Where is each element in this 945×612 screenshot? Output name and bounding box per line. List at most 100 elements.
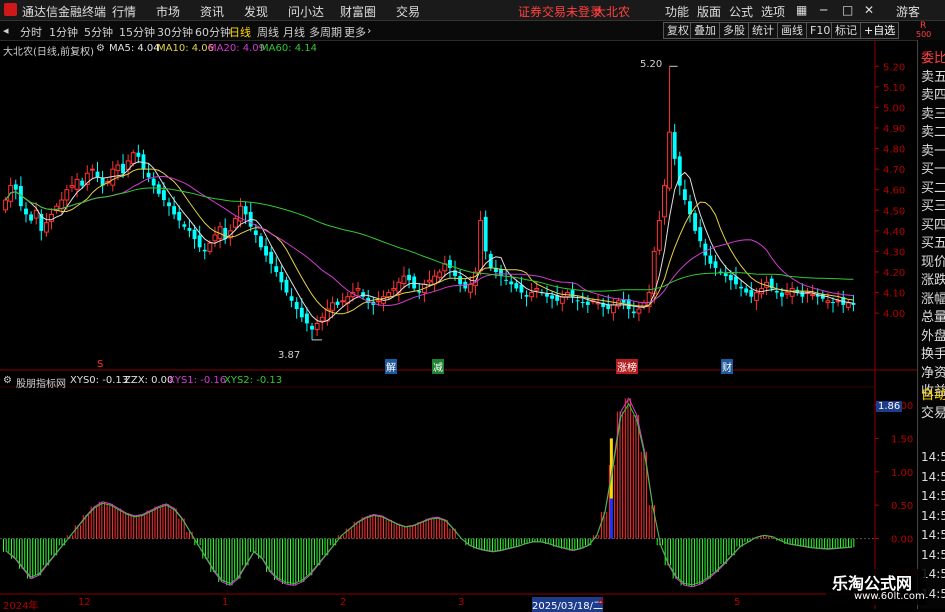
x-label-5: 5 xyxy=(734,597,741,608)
quote-panel-item: 买五 xyxy=(921,236,945,251)
price-tick-label-7: 4.50 xyxy=(883,206,905,217)
candle-body xyxy=(202,249,207,252)
quote-panel-item: 净资 xyxy=(921,365,945,381)
candle-body xyxy=(172,206,177,215)
candle-body xyxy=(417,290,422,293)
quote-panel-item: 外盘 xyxy=(921,328,945,344)
indicator-tick-label-2: 1.00 xyxy=(891,468,913,479)
candle-body xyxy=(662,185,667,218)
event-mark-reduce[interactable]: 减 xyxy=(432,359,444,374)
candle-body xyxy=(299,307,304,318)
quote-panel-item: 现价 xyxy=(921,254,945,270)
quote-panel-item: 卖一 xyxy=(921,143,945,159)
quote-panel-item: 买二 xyxy=(921,180,945,196)
ma20-label: MA20: 4.09 xyxy=(208,43,266,54)
price-tick-label-11: 4.10 xyxy=(883,289,905,300)
candle-body xyxy=(703,243,708,256)
candle-body xyxy=(49,213,54,222)
candle-body xyxy=(146,172,151,178)
tick-time: 14:56 xyxy=(921,528,945,542)
event-mark-finance[interactable]: 财 xyxy=(721,359,733,374)
candle-body xyxy=(207,242,213,252)
indicator-current-value: 1.86 xyxy=(876,401,903,412)
price-tick-label-4: 4.80 xyxy=(883,145,905,156)
candle-body xyxy=(212,234,218,242)
price-tick-label-9: 4.30 xyxy=(883,247,905,258)
event-mark-ranking[interactable]: 涨榜 xyxy=(616,359,638,374)
candle-body xyxy=(74,178,80,190)
price-tick-label-12: 4.00 xyxy=(883,309,905,320)
candle-body xyxy=(682,189,687,200)
candle-body xyxy=(559,296,565,304)
indicator-tick-label-4: 0.00 xyxy=(891,535,913,546)
candle-body xyxy=(3,199,8,211)
zzx-label: ZZX: 0.00 xyxy=(124,375,174,386)
quote-panel-item: 买一 xyxy=(921,162,945,177)
candle-body xyxy=(575,300,580,302)
candle-body xyxy=(810,294,816,297)
candle-body xyxy=(845,302,851,308)
xys1-label: XYS1: -0.16 xyxy=(168,375,227,386)
candle-body xyxy=(335,301,340,305)
quote-panel-item: 委比 xyxy=(921,51,945,66)
price-tick-label-10: 4.20 xyxy=(883,268,905,279)
candle-body xyxy=(64,189,70,201)
candle-body xyxy=(427,279,432,283)
candle-body xyxy=(13,184,18,190)
kline-chart[interactable]: 5.20 5.10 5.00 4.90 4.80 4.70 4.60 4.50 4.40 4.30… xyxy=(0,0,945,609)
xys2-label: XYS2: -0.13 xyxy=(224,375,283,386)
quote-panel-item: 涨跌 xyxy=(921,273,945,288)
candle-body xyxy=(69,185,75,188)
candle-body xyxy=(232,218,238,228)
tick-time: 14:56 xyxy=(921,508,945,523)
x-label-3: 3 xyxy=(458,597,465,608)
trade-label[interactable]: 交易 xyxy=(921,402,945,421)
quote-panel-item: 卖四 xyxy=(921,88,945,103)
candle-body xyxy=(115,164,121,171)
candle-body xyxy=(89,168,95,171)
candle-body xyxy=(24,208,28,215)
quote-panel-item: 买三 xyxy=(921,199,945,214)
auto-trade-toggle[interactable]: 自动 xyxy=(921,384,945,403)
candle-body xyxy=(514,283,519,289)
indicator-tick-label-3: 0.50 xyxy=(891,501,913,512)
candle-body xyxy=(130,152,136,164)
low-price-annotation: 3.87 xyxy=(278,350,301,361)
candle-body xyxy=(141,154,146,170)
candle-body xyxy=(136,152,141,157)
candle-body xyxy=(467,283,473,293)
event-mark-unlock[interactable]: 解 xyxy=(385,359,397,374)
candle-body xyxy=(340,300,346,303)
candle-body xyxy=(264,246,268,256)
candle-body xyxy=(483,216,488,252)
x-label-12: 12 xyxy=(78,597,91,608)
candle-body xyxy=(43,222,49,233)
quote-panel: 委比 卖五 卖四 卖三 卖二 卖一 买一 买二 买三 买四 买五 现价 涨跌 涨幅 总量 外盘 换手 净资 收益 自动… xyxy=(917,40,945,609)
candle-body xyxy=(509,281,514,285)
candle-body xyxy=(585,301,590,305)
settings-icon[interactable]: ⚙ xyxy=(96,43,105,54)
candle-body xyxy=(412,276,417,289)
candle-body xyxy=(708,255,713,264)
xys0-label: XYS0: -0.13 xyxy=(70,375,129,386)
candle-body xyxy=(728,274,733,281)
price-tick-label-3: 4.90 xyxy=(883,124,905,135)
indicator-tick-label-1: 1.50 xyxy=(891,434,913,445)
candle-body xyxy=(545,293,549,297)
candle-body xyxy=(167,202,171,207)
event-mark-s[interactable]: S xyxy=(97,359,103,370)
candle-body xyxy=(253,230,258,235)
indicator-settings-icon[interactable]: ⚙ xyxy=(3,375,12,386)
candle-body xyxy=(478,220,484,272)
candle-body xyxy=(580,302,585,304)
candle-body xyxy=(774,290,779,293)
candle-body xyxy=(656,220,662,251)
candle-body xyxy=(831,302,835,304)
candle-body xyxy=(284,279,289,293)
price-tick-label-5: 4.70 xyxy=(883,165,905,176)
candle-body xyxy=(156,184,161,194)
candle-body xyxy=(698,227,703,242)
price-tick-label-6: 4.60 xyxy=(883,186,905,197)
tick-time: 14:56 xyxy=(921,469,945,484)
x-label-cursor-date: 2025/03/18/二 xyxy=(532,597,604,612)
